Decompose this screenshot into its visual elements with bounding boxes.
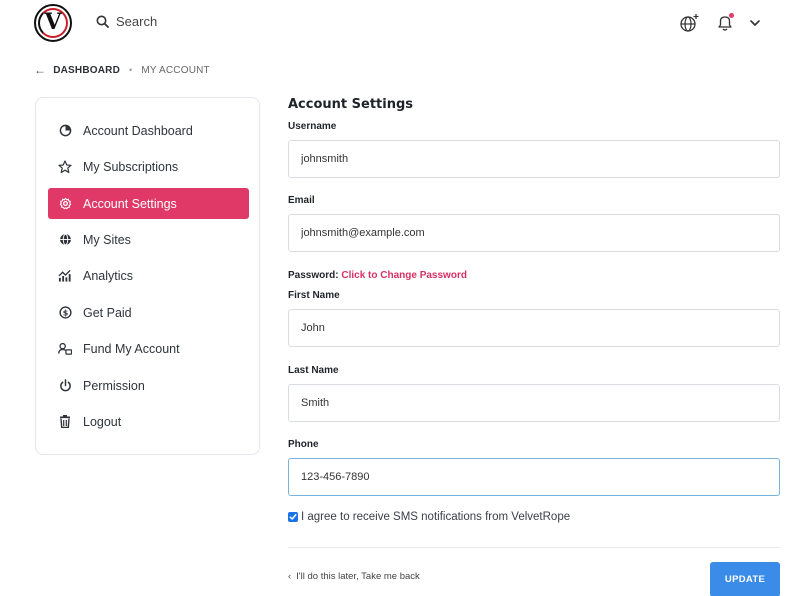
- breadcrumb: ← DASHBOARD • MY ACCOUNT: [34, 63, 210, 77]
- breadcrumb-separator: •: [129, 65, 133, 75]
- sidebar-item-account-dashboard[interactable]: Account Dashboard: [48, 115, 249, 146]
- sidebar-item-label: Account Settings: [83, 196, 177, 211]
- sidebar-item-label: Fund My Account: [83, 341, 180, 356]
- update-button[interactable]: UPDATE: [710, 562, 780, 596]
- top-bar: V Search: [0, 0, 800, 46]
- sidebar-item-label: My Sites: [83, 232, 131, 247]
- logo-letter: V: [44, 9, 62, 35]
- skip-back-label: I'll do this later, Take me back: [296, 571, 420, 582]
- sidebar-item-analytics[interactable]: Analytics: [48, 260, 249, 291]
- username-label: Username: [288, 121, 337, 132]
- dollar-icon: $: [58, 306, 72, 320]
- globe-icon: [58, 233, 72, 247]
- password-row: Password: Click to Change Password: [288, 270, 467, 281]
- search-label: Search: [116, 14, 158, 29]
- account-sidebar: Account Dashboard My Subscriptions Accou…: [35, 97, 260, 455]
- sidebar-item-fund-my-account[interactable]: Fund My Account: [48, 333, 249, 364]
- sms-consent-checkbox[interactable]: [288, 512, 298, 522]
- svg-text:$: $: [62, 308, 67, 317]
- first-name-label: First Name: [288, 290, 340, 301]
- gear-icon: [58, 197, 72, 211]
- email-field[interactable]: [288, 214, 780, 252]
- velvetrope-logo[interactable]: V: [34, 4, 72, 42]
- username-field[interactable]: [288, 140, 780, 178]
- sidebar-item-label: Permission: [83, 378, 145, 393]
- phone-label: Phone: [288, 439, 319, 450]
- sidebar-item-my-subscriptions[interactable]: My Subscriptions: [48, 151, 249, 182]
- sidebar-item-account-settings[interactable]: Account Settings: [48, 188, 249, 219]
- analytics-icon: [58, 269, 72, 283]
- page-title: Account Settings: [288, 97, 414, 112]
- star-icon: [58, 159, 72, 174]
- breadcrumb-dashboard[interactable]: DASHBOARD: [53, 65, 120, 76]
- chevron-left-icon: ‹: [288, 571, 292, 582]
- sms-consent-label: I agree to receive SMS notifications fro…: [301, 511, 571, 523]
- breadcrumb-my-account: MY ACCOUNT: [141, 64, 210, 76]
- last-name-label: Last Name: [288, 365, 339, 376]
- skip-back-link[interactable]: ‹ I'll do this later, Take me back: [288, 571, 420, 582]
- sidebar-item-label: Account Dashboard: [83, 123, 193, 138]
- sidebar-item-logout[interactable]: Logout: [48, 406, 249, 437]
- form-divider: [288, 547, 780, 548]
- notification-dot: [729, 13, 734, 18]
- sidebar-item-label: My Subscriptions: [83, 159, 179, 174]
- sms-consent-row: I agree to receive SMS notifications fro…: [288, 511, 570, 523]
- password-label: Password:: [288, 270, 339, 281]
- bell-icon[interactable]: [714, 12, 736, 34]
- sidebar-item-get-paid[interactable]: $ Get Paid: [48, 297, 249, 328]
- chevron-down-icon[interactable]: [748, 16, 770, 38]
- sidebar-item-label: Get Paid: [83, 305, 132, 320]
- pie-chart-icon: [58, 124, 72, 138]
- search-button[interactable]: Search: [96, 14, 157, 29]
- fund-icon: [58, 342, 72, 356]
- search-icon: [96, 15, 109, 28]
- sidebar-item-permission[interactable]: Permission: [48, 370, 249, 401]
- email-label: Email: [288, 195, 315, 206]
- last-name-field[interactable]: [288, 384, 780, 422]
- sidebar-item-label: Analytics: [83, 268, 134, 283]
- back-arrow-icon[interactable]: ←: [34, 63, 46, 77]
- power-icon: [58, 379, 72, 393]
- trash-icon: [58, 415, 72, 429]
- globe-add-icon[interactable]: [679, 12, 701, 34]
- first-name-field[interactable]: [288, 309, 780, 347]
- change-password-link[interactable]: Click to Change Password: [341, 270, 467, 281]
- sidebar-item-label: Logout: [83, 414, 122, 429]
- sidebar-item-my-sites[interactable]: My Sites: [48, 224, 249, 255]
- phone-field[interactable]: [288, 458, 780, 496]
